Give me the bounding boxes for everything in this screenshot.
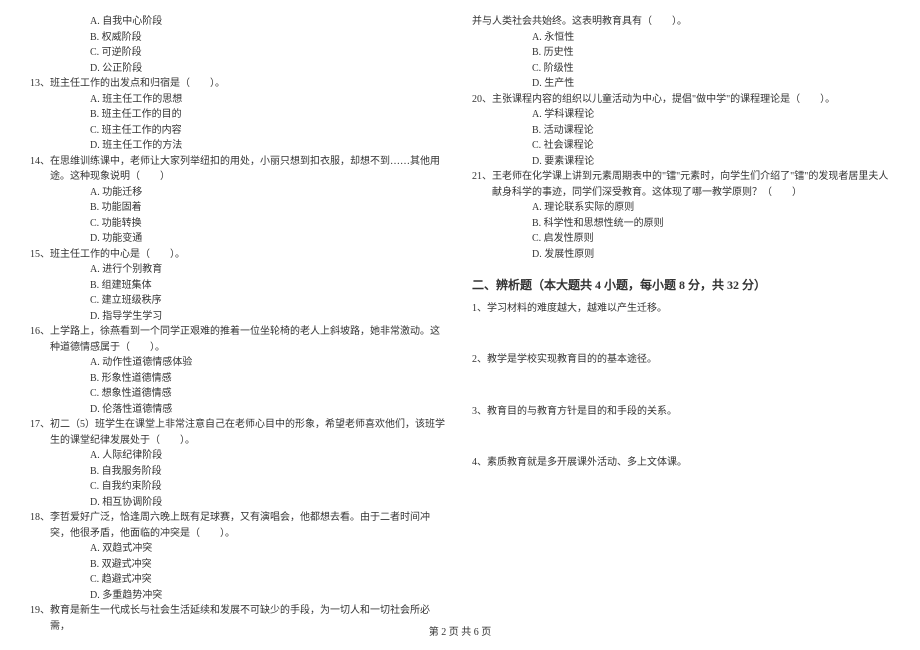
- page-columns: A. 自我中心阶段 B. 权威阶段 C. 可逆阶段 D. 公正阶段 13、班主任…: [30, 14, 890, 634]
- q19-option-c: C. 阶级性: [472, 61, 890, 77]
- q17-text: 17、初二（5）班学生在课堂上非常注意自己在老师心目中的形象，希望老师喜欢他们，…: [30, 417, 448, 448]
- q12-option-b: B. 权威阶段: [30, 30, 448, 46]
- q18-option-d: D. 多重趋势冲突: [30, 588, 448, 604]
- q14-option-d: D. 功能变通: [30, 231, 448, 247]
- q19-option-b: B. 历史性: [472, 45, 890, 61]
- q19-option-a: A. 永恒性: [472, 30, 890, 46]
- q15-option-b: B. 组建班集体: [30, 278, 448, 294]
- q15-option-d: D. 指导学生学习: [30, 309, 448, 325]
- q20-option-b: B. 活动课程论: [472, 123, 890, 139]
- q13-option-a: A. 班主任工作的思想: [30, 92, 448, 108]
- q13-text: 13、班主任工作的出发点和归宿是（ ）。: [30, 76, 448, 92]
- q18-text: 18、李哲爱好广泛，恰逢周六晚上既有足球赛，又有演唱会，他都想去看。由于二者时间…: [30, 510, 448, 541]
- q12-option-d: D. 公正阶段: [30, 61, 448, 77]
- q17-option-a: A. 人际纪律阶段: [30, 448, 448, 464]
- analysis-q1: 1、学习材料的难度越大，越难以产生迁移。: [472, 301, 890, 317]
- q21-option-d: D. 发展性原则: [472, 247, 890, 263]
- q21-option-c: C. 启发性原则: [472, 231, 890, 247]
- q20-option-a: A. 学科课程论: [472, 107, 890, 123]
- q17-option-b: B. 自我服务阶段: [30, 464, 448, 480]
- q14-option-c: C. 功能转换: [30, 216, 448, 232]
- q13-option-d: D. 班主任工作的方法: [30, 138, 448, 154]
- q17-option-c: C. 自我约束阶段: [30, 479, 448, 495]
- q18-option-b: B. 双避式冲突: [30, 557, 448, 573]
- left-column: A. 自我中心阶段 B. 权威阶段 C. 可逆阶段 D. 公正阶段 13、班主任…: [30, 14, 448, 634]
- page-footer: 第 2 页 共 6 页: [0, 623, 920, 638]
- q21-text: 21、王老师在化学课上讲到元素周期表中的"镭"元素时，向学生们介绍了"镭"的发现…: [472, 169, 890, 200]
- q15-text: 15、班主任工作的中心是（ ）。: [30, 247, 448, 263]
- q19-option-d: D. 生产性: [472, 76, 890, 92]
- q16-option-a: A. 动作性道德情感体验: [30, 355, 448, 371]
- analysis-q3: 3、教育目的与教育方针是目的和手段的关系。: [472, 404, 890, 420]
- q12-option-c: C. 可逆阶段: [30, 45, 448, 61]
- q16-option-d: D. 伦落性道德情感: [30, 402, 448, 418]
- right-column: 并与人类社会共始终。这表明教育具有（ ）。 A. 永恒性 B. 历史性 C. 阶…: [472, 14, 890, 634]
- q19-continuation: 并与人类社会共始终。这表明教育具有（ ）。: [472, 14, 890, 30]
- q21-option-a: A. 理论联系实际的原则: [472, 200, 890, 216]
- q15-option-a: A. 进行个别教育: [30, 262, 448, 278]
- q14-text: 14、在思维训练课中，老师让大家列举纽扣的用处，小丽只想到扣衣服，却想不到……其…: [30, 154, 448, 185]
- q14-option-a: A. 功能迁移: [30, 185, 448, 201]
- q12-option-a: A. 自我中心阶段: [30, 14, 448, 30]
- analysis-q2: 2、教学是学校实现教育目的的基本途径。: [472, 352, 890, 368]
- q20-option-c: C. 社会课程论: [472, 138, 890, 154]
- q16-option-c: C. 想象性道德情感: [30, 386, 448, 402]
- q13-option-c: C. 班主任工作的内容: [30, 123, 448, 139]
- q13-option-b: B. 班主任工作的目的: [30, 107, 448, 123]
- q18-option-c: C. 趋避式冲突: [30, 572, 448, 588]
- q18-option-a: A. 双趋式冲突: [30, 541, 448, 557]
- section-2-heading: 二、辨析题（本大题共 4 小题，每小题 8 分，共 32 分）: [472, 276, 890, 295]
- analysis-q4: 4、素质教育就是多开展课外活动、多上文体课。: [472, 455, 890, 471]
- q15-option-c: C. 建立班级秩序: [30, 293, 448, 309]
- q16-option-b: B. 形象性道德情感: [30, 371, 448, 387]
- q20-text: 20、主张课程内容的组织以儿童活动为中心，提倡"做中学"的课程理论是（ ）。: [472, 92, 890, 108]
- q16-text: 16、上学路上，徐燕看到一个同学正艰难的推着一位坐轮椅的老人上斜坡路，她非常激动…: [30, 324, 448, 355]
- q17-option-d: D. 相互协调阶段: [30, 495, 448, 511]
- q21-option-b: B. 科学性和思想性统一的原则: [472, 216, 890, 232]
- q20-option-d: D. 要素课程论: [472, 154, 890, 170]
- q14-option-b: B. 功能固着: [30, 200, 448, 216]
